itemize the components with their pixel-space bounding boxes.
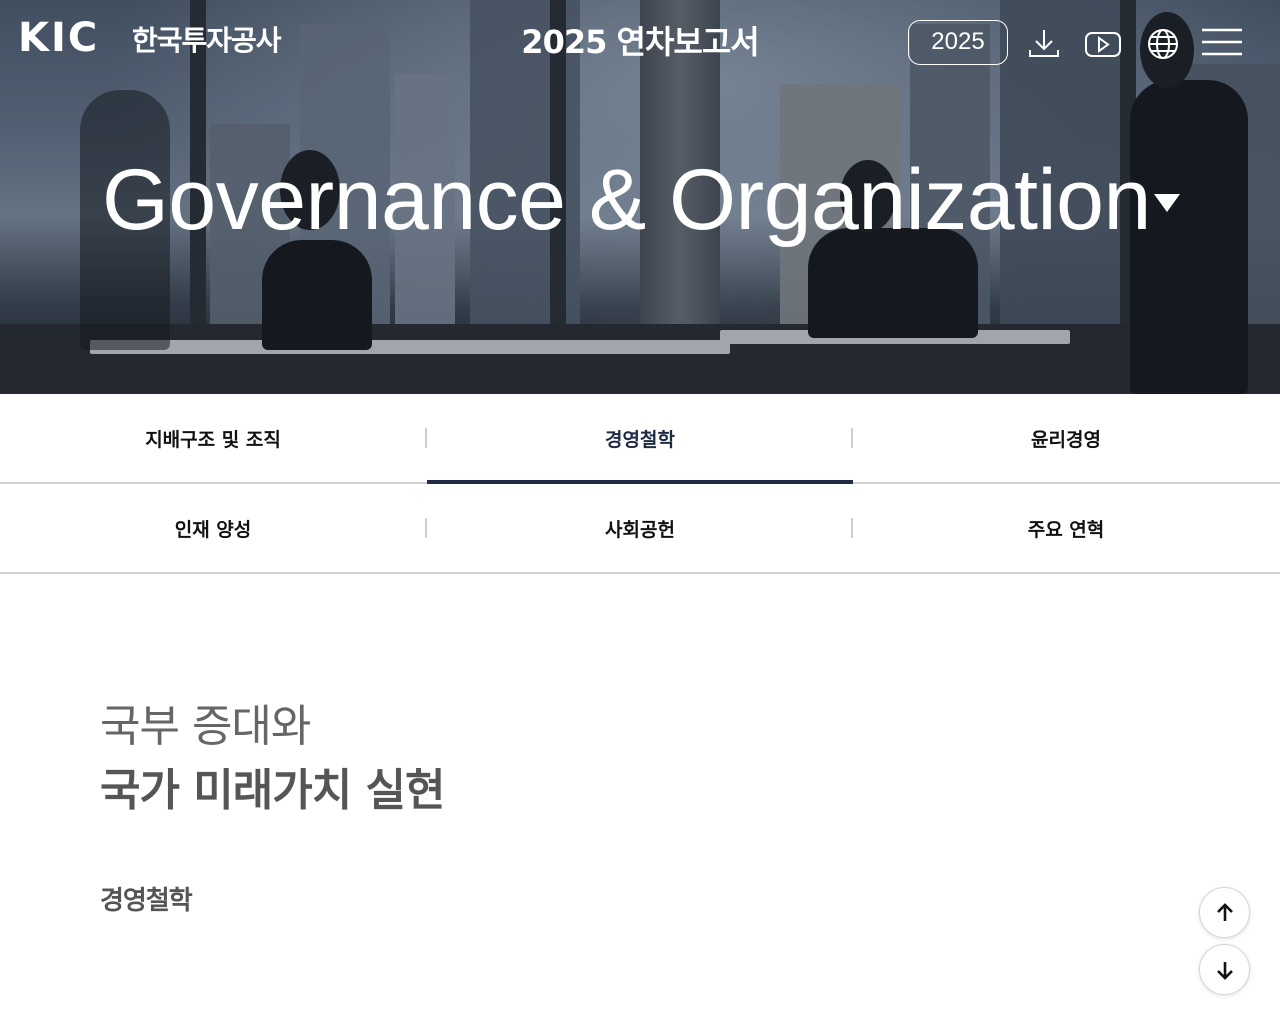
menu-icon[interactable]	[1200, 24, 1244, 64]
tab-history[interactable]: 주요 연혁	[853, 484, 1279, 572]
tab-row: 인재 양성 사회공헌 주요 연혁	[0, 484, 1280, 574]
tab-management-philosophy[interactable]: 경영철학	[427, 394, 853, 484]
arrow-down-icon	[1216, 961, 1233, 980]
tab-row: 지배구조 및 조직 경영철학 윤리경영	[0, 394, 1280, 484]
year-select-button[interactable]: 2025	[908, 20, 1008, 65]
caret-down-icon[interactable]	[1152, 190, 1182, 216]
content-title: 국가 미래가치 실현	[100, 765, 445, 816]
tab-social-contribution[interactable]: 사회공헌	[427, 484, 853, 572]
section-tabs: 지배구조 및 조직 경영철학 윤리경영 인재 양성 사회공헌 주요 연혁	[0, 394, 1280, 574]
tab-talent-development[interactable]: 인재 양성	[0, 484, 426, 572]
arrow-up-icon	[1216, 902, 1233, 921]
section-label: 경영철학	[100, 886, 193, 916]
globe-icon[interactable]	[1143, 24, 1183, 64]
tab-ethics[interactable]: 윤리경영	[853, 394, 1279, 482]
tab-governance[interactable]: 지배구조 및 조직	[0, 394, 426, 482]
top-navigation-bar: KIC 한국투자공사 2025 연차보고서 2025	[0, 0, 1280, 86]
download-icon[interactable]	[1024, 24, 1064, 64]
hero-banner: KIC 한국투자공사 2025 연차보고서 2025 Governance & …	[0, 0, 1280, 394]
hero-heading: Governance & Organization	[102, 152, 1151, 248]
content-subtitle: 국부 증대와	[100, 701, 311, 752]
youtube-icon[interactable]	[1083, 24, 1123, 64]
scroll-up-button[interactable]	[1199, 887, 1250, 938]
scroll-down-button[interactable]	[1199, 944, 1250, 995]
